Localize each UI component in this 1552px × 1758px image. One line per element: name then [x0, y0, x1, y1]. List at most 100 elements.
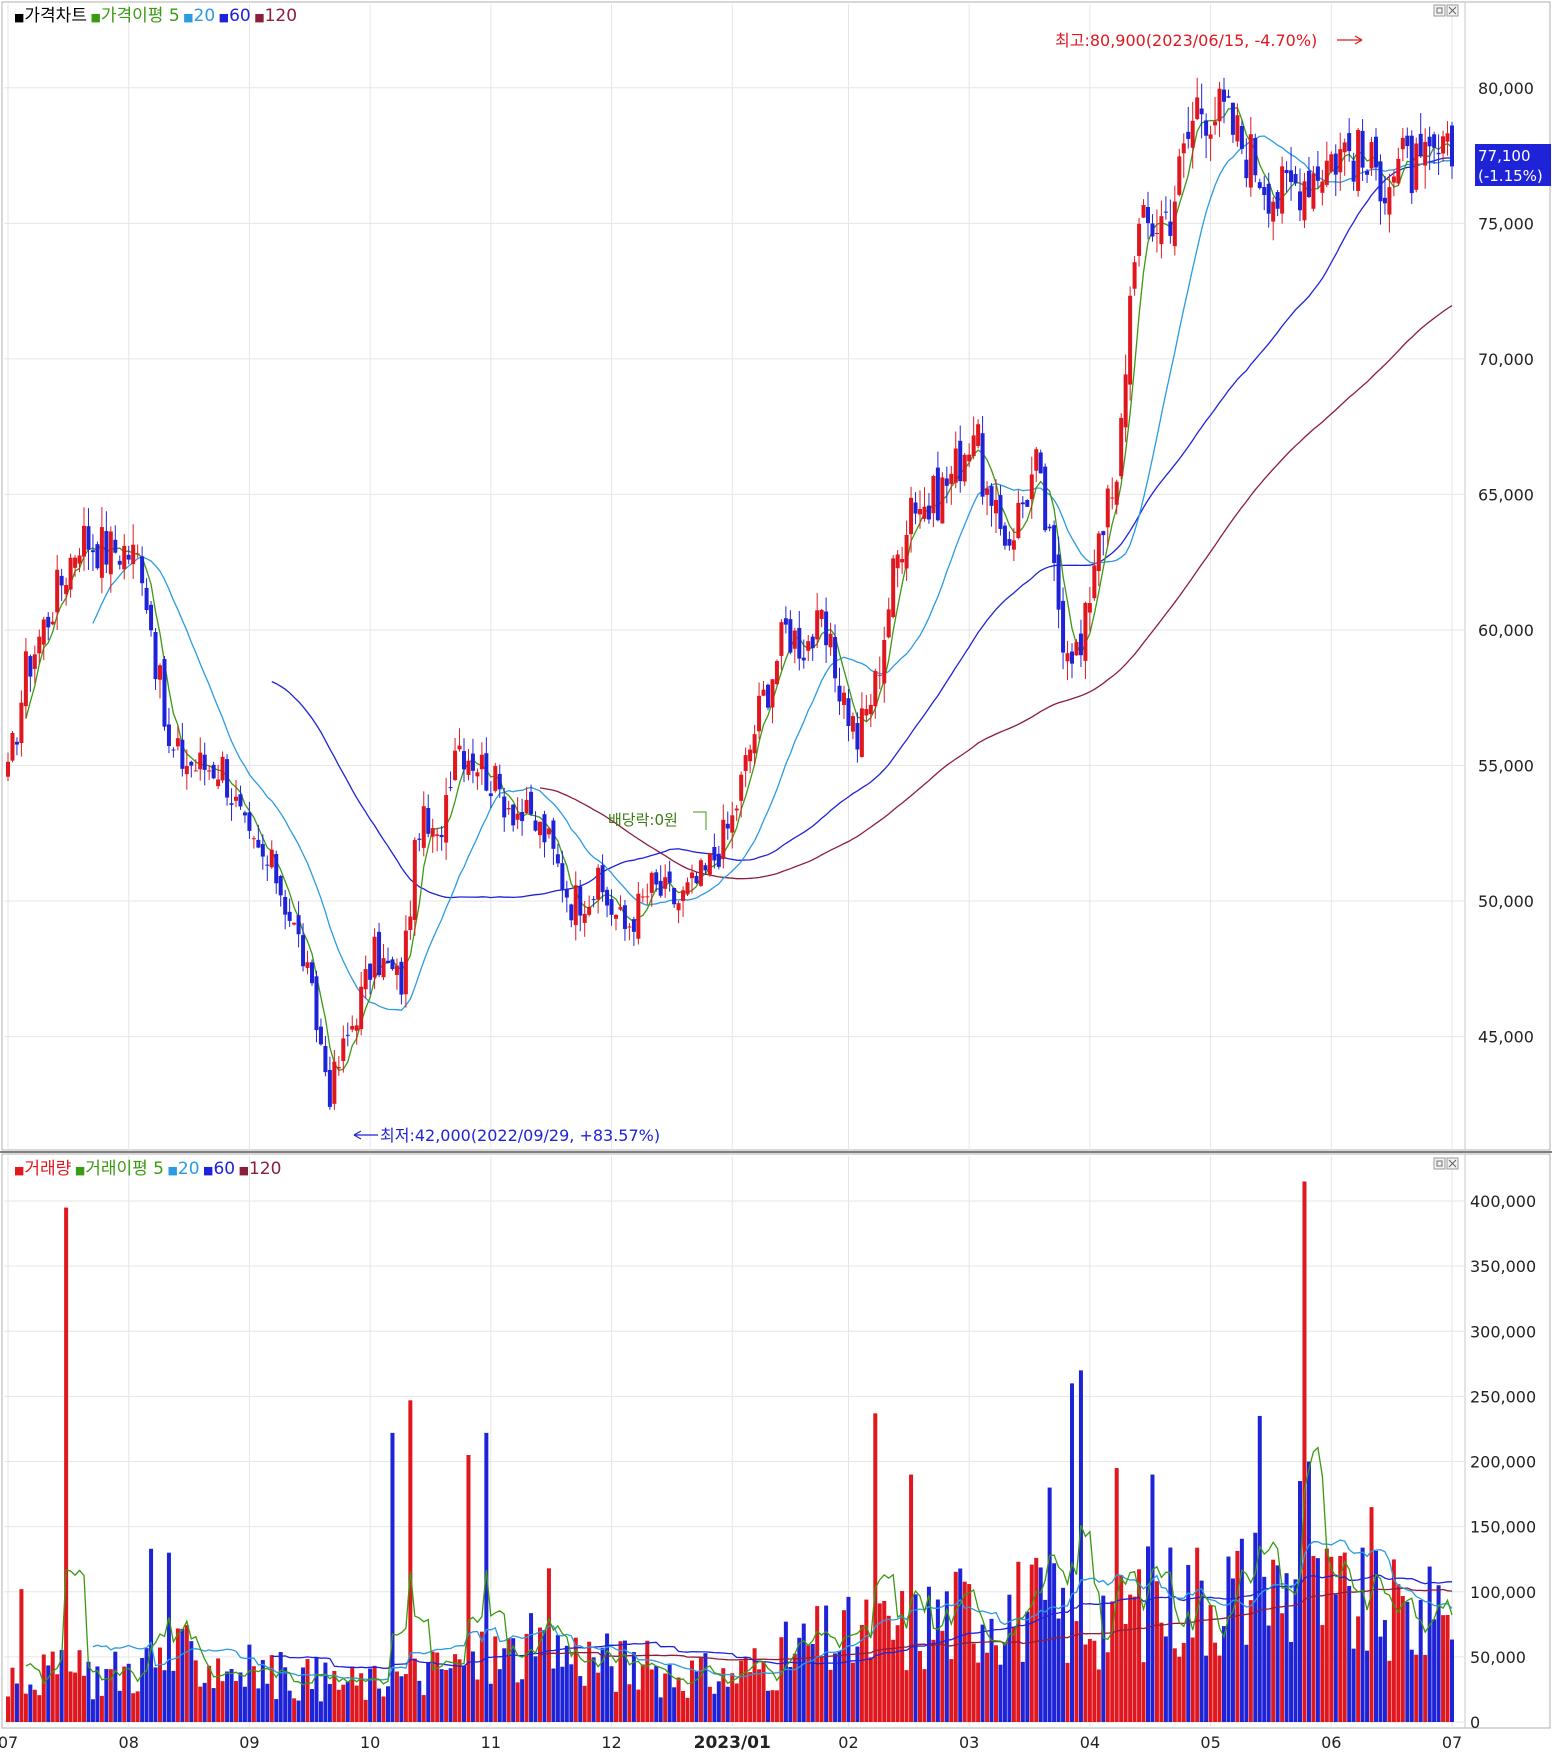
candle-body	[32, 654, 37, 669]
candle-body	[403, 930, 408, 995]
volume-bar	[32, 1689, 37, 1722]
volume-bar	[654, 1665, 659, 1722]
candle-body	[408, 916, 413, 930]
volume-bar	[50, 1651, 55, 1722]
volume-bar	[202, 1682, 207, 1722]
volume-bar	[283, 1667, 288, 1722]
candle-body	[944, 478, 949, 486]
volume-bar	[417, 1680, 422, 1722]
candle-body	[900, 559, 905, 563]
volume-bar	[1414, 1654, 1419, 1722]
candle-body	[690, 872, 694, 879]
candle-body	[149, 604, 154, 631]
volume-bar	[555, 1635, 560, 1722]
volume-bar	[131, 1693, 136, 1722]
candle-body	[609, 899, 614, 915]
panel-max-icon[interactable]	[1433, 4, 1446, 17]
volume-bar	[1226, 1556, 1231, 1722]
volume-bar	[792, 1653, 797, 1722]
candle-body	[462, 751, 466, 770]
volume-panel-max-icon[interactable]	[1433, 1157, 1446, 1170]
candle-body	[806, 641, 811, 651]
volume-bar	[37, 1695, 42, 1722]
volume-bar	[958, 1568, 963, 1722]
volume-bar	[886, 1615, 891, 1722]
volume-bar	[850, 1662, 855, 1722]
volume-panel-close-icon[interactable]	[1446, 1157, 1459, 1170]
candle-body	[1204, 120, 1209, 136]
candle-body	[140, 556, 145, 584]
dividend-note: 배당락:0원	[608, 811, 678, 829]
candle-body	[37, 636, 42, 654]
candle-body	[19, 702, 24, 744]
candle-body	[1333, 153, 1338, 175]
volume-bar	[1271, 1559, 1276, 1722]
volume-bar	[1324, 1548, 1329, 1722]
panel-close-icon[interactable]	[1446, 4, 1459, 17]
volume-bar	[149, 1548, 154, 1722]
volume-tick-label: 0	[1470, 1713, 1480, 1732]
volume-bar	[278, 1652, 283, 1722]
volume-bar	[658, 1697, 663, 1722]
volume-bar	[935, 1599, 940, 1722]
candle-body	[470, 753, 475, 771]
volume-bar	[1146, 1546, 1150, 1722]
candle-body	[1168, 221, 1173, 236]
candle-body	[1186, 131, 1191, 139]
volume-bar	[904, 1670, 909, 1722]
candle-body	[421, 806, 426, 848]
volume-bar	[515, 1682, 520, 1722]
volume-bar	[868, 1657, 873, 1722]
price-tick-label: 65,000	[1478, 485, 1534, 504]
volume-bar	[882, 1600, 887, 1722]
volume-bar	[1190, 1637, 1195, 1722]
legend-marker: ■	[235, 1164, 249, 1177]
candle-body	[555, 854, 560, 864]
volume-bar	[1141, 1662, 1146, 1722]
volume-bar	[877, 1603, 882, 1722]
x-tick-label: 02	[838, 1733, 858, 1752]
candle-body	[46, 616, 51, 628]
candle-body	[967, 454, 972, 462]
volume-bar	[520, 1679, 525, 1722]
candle-body	[855, 723, 860, 750]
volume-bar	[1338, 1555, 1343, 1722]
volume-bar	[1020, 1661, 1025, 1722]
volume-bar	[1208, 1605, 1213, 1722]
stock-chart: 45,000 50,000 55,000 60,000 65,000 70,000 75,0…	[0, 0, 1552, 1754]
volume-bar	[462, 1665, 466, 1722]
candle-body	[515, 813, 520, 820]
volume-bar	[64, 1207, 69, 1722]
candle-body	[1020, 502, 1025, 505]
candle-body	[341, 1038, 346, 1061]
volume-bar	[1257, 1415, 1262, 1722]
volume-bar	[1311, 1555, 1316, 1722]
volume-bar	[444, 1670, 449, 1722]
volume-bar	[1092, 1640, 1097, 1722]
volume-bar	[1266, 1625, 1271, 1722]
volume-bar	[985, 1652, 990, 1722]
candle-body	[336, 1067, 341, 1069]
candle-body	[524, 799, 529, 814]
volume-bar	[386, 1686, 390, 1722]
candle-body	[596, 867, 601, 900]
candle-body	[502, 796, 507, 818]
volume-bar	[1441, 1615, 1446, 1722]
candle-body	[792, 630, 797, 649]
candle-body	[1302, 181, 1307, 221]
candle-body	[1154, 233, 1159, 235]
volume-bar	[748, 1672, 753, 1722]
volume-bar	[28, 1684, 33, 1722]
candle-body	[1114, 481, 1119, 505]
candle-body	[430, 828, 435, 837]
candle-body	[1315, 166, 1320, 181]
candle-body	[520, 811, 525, 822]
volume-bar	[596, 1672, 601, 1722]
candle-body	[251, 838, 256, 840]
price-tick-label: 45,000	[1478, 1028, 1534, 1047]
candle-body	[484, 753, 489, 791]
candle-body	[886, 609, 891, 638]
volume-bar	[1445, 1614, 1450, 1722]
candle-body	[332, 1061, 337, 1104]
max-annotation: 최고:80,900(2023/06/15, -4.70%)	[1055, 31, 1317, 50]
